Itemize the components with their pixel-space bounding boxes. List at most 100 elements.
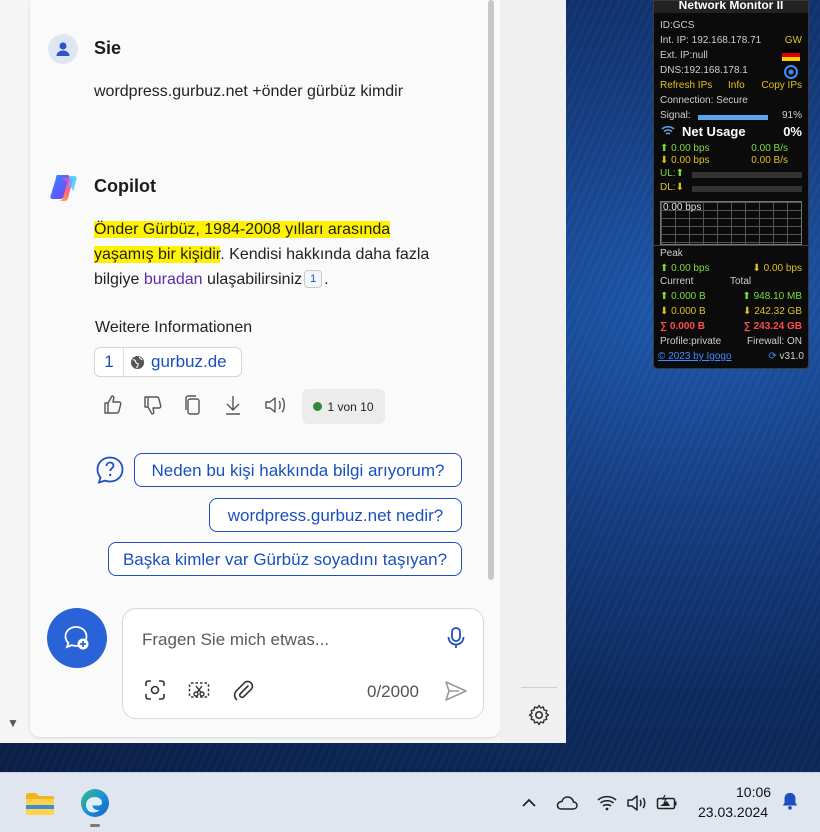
netmon-sum-current: ∑ 0.000 B (660, 321, 705, 332)
chat-input-placeholder[interactable]: Fragen Sie mich etwas... (142, 630, 329, 650)
netmon-connection: Connection: Secure (660, 95, 748, 106)
wifi-icon (661, 126, 675, 135)
netmon-net-usage-label: Net Usage (682, 124, 746, 139)
source-chip[interactable]: 1 gurbuz.de (94, 347, 242, 377)
response-counter: 1 von 10 (302, 389, 385, 424)
netmon-total-down: ⬇ 242.32 GB (743, 306, 802, 317)
source-label: gurbuz.de (151, 352, 227, 371)
chat-input-box[interactable]: Fragen Sie mich etwas... 0/2000 (122, 608, 484, 719)
highlighted-text: Önder Gürbüz, 1984-2008 yılları arasında (94, 221, 391, 238)
netmon-current-label: Current (660, 276, 694, 287)
clock-time[interactable]: 10:06 (736, 784, 771, 800)
settings-gear-icon[interactable] (527, 703, 551, 727)
download-icon[interactable] (221, 393, 245, 417)
network-monitor-widget: Network Monitor II ID:GCS Int. IP: 192.1… (653, 0, 809, 369)
volume-icon[interactable] (626, 793, 648, 813)
chat-scrollbar[interactable] (488, 0, 494, 580)
netmon-current-down-value: 0.000 B (671, 306, 706, 317)
user-avatar (48, 34, 78, 64)
clock-date[interactable]: 23.03.2024 (698, 804, 768, 820)
netmon-ul-label: UL: (660, 168, 676, 179)
netmon-dl-bar (692, 186, 802, 192)
scroll-down-arrow-icon[interactable]: ▼ (7, 716, 21, 730)
character-count: 0/2000 (367, 682, 419, 701)
netmon-sum-total-value: 243.24 GB (753, 321, 802, 332)
user-name: Sie (94, 38, 122, 58)
wifi-network-icon[interactable] (596, 793, 618, 813)
netmon-copyright-link[interactable]: © 2023 by Igogo (658, 351, 732, 362)
copilot-window: ▼ Sie wordpress.gurbuz.net +önder gürbüz… (0, 0, 566, 743)
netmon-net-usage-value: 0% (783, 124, 802, 139)
response-actions (101, 393, 289, 417)
thumbs-down-icon[interactable] (141, 393, 165, 417)
left-edge: ▼ (0, 0, 28, 743)
file-explorer-icon[interactable] (24, 787, 56, 819)
netmon-current-up: ⬆ 0.000 B (660, 291, 706, 302)
answer-text-3: ulaşabilirsiniz (202, 271, 303, 288)
suggestion-button-1[interactable]: Neden bu kişi hakkında bilgi arıyorum? (134, 453, 462, 487)
netmon-up-bs: 0.00 B/s (751, 143, 788, 154)
send-icon[interactable] (444, 680, 468, 702)
highlighted-text-2: yaşamış bir kişidir (94, 246, 221, 263)
netmon-up-bps-value: 0.00 bps (671, 143, 710, 154)
status-dot (313, 402, 323, 411)
netmon-current-up-value: 0.000 B (671, 291, 706, 302)
thumbs-up-icon[interactable] (101, 393, 125, 417)
netmon-up-bps: ⬆ 0.00 bps (660, 143, 710, 154)
copy-icon[interactable] (181, 393, 205, 417)
netmon-copy-ips[interactable]: Copy IPs (761, 80, 802, 91)
netmon-total-down-value: 242.32 GB (754, 306, 802, 317)
screenshot-capture-icon[interactable] (188, 679, 210, 701)
image-upload-icon[interactable] (144, 679, 166, 701)
answer-link[interactable]: buradan (144, 271, 203, 288)
answer-text-2: bilgiye (94, 271, 144, 288)
suggestion-button-2[interactable]: wordpress.gurbuz.net nedir? (209, 498, 462, 532)
netmon-total-up: ⬆ 948.10 MB (742, 291, 802, 302)
netmon-graph: 0.00 bps (660, 201, 802, 245)
onedrive-cloud-icon[interactable] (556, 793, 578, 813)
netmon-down-bps: ⬇ 0.00 bps (660, 155, 710, 166)
netmon-status-icon (784, 65, 798, 79)
netmon-version-text: v31.0 (779, 351, 804, 362)
netmon-sum-total: ∑ 243.24 GB (743, 321, 802, 332)
netmon-info[interactable]: Info (728, 80, 745, 91)
netmon-dl: DL:⬇ (660, 182, 684, 193)
citation-badge[interactable]: 1 (304, 270, 323, 288)
netmon-title: Network Monitor II (654, 1, 808, 13)
netmon-sum-current-value: 0.000 B (669, 321, 705, 332)
user-icon (56, 42, 70, 56)
taskbar: 10:06 23.03.2024 (0, 772, 820, 832)
netmon-refresh-ips[interactable]: Refresh IPs (660, 80, 712, 91)
netmon-dl-label: DL: (660, 182, 676, 193)
new-topic-button[interactable] (47, 608, 107, 668)
edge-browser-icon[interactable] (79, 787, 111, 819)
netmon-dns: DNS:192.168.178.1 (660, 65, 748, 76)
netmon-current-down: ⬇ 0.000 B (660, 306, 706, 317)
question-bubble-icon (96, 456, 124, 484)
refresh-icon[interactable]: ⟳ (768, 351, 776, 362)
notification-bell-icon[interactable] (779, 791, 801, 811)
user-message: wordpress.gurbuz.net +önder gürbüz kimdi… (94, 83, 404, 100)
battery-charging-icon[interactable] (656, 793, 678, 813)
netmon-peak-down-value: 0.00 bps (763, 263, 802, 274)
netmon-divider (654, 245, 808, 246)
attachment-paperclip-icon[interactable] (232, 679, 254, 701)
netmon-peak-up-value: 0.00 bps (671, 263, 710, 274)
netmon-down-bs: 0.00 B/s (751, 155, 788, 166)
answer-text: . Kendisi hakkında daha fazla (220, 246, 430, 263)
suggestion-button-3[interactable]: Başka kimler var Gürbüz soyadını taşıyan… (108, 542, 462, 576)
netmon-total-up-value: 948.10 MB (753, 291, 802, 302)
source-number: 1 (95, 348, 124, 376)
netmon-signal-value: 91% (781, 110, 802, 121)
microphone-icon[interactable] (445, 626, 467, 650)
chevron-up-icon[interactable] (518, 793, 540, 813)
new-chat-icon (64, 626, 89, 650)
netmon-total-label: Total (730, 276, 752, 287)
netmon-gw: GW (784, 35, 802, 46)
speaker-read-aloud-icon[interactable] (261, 393, 289, 417)
netmon-signal-bar (698, 115, 768, 120)
netmon-profile: Profile:private (660, 336, 722, 347)
netmon-id: ID:GCS (660, 20, 695, 31)
netmon-firewall: Firewall: ON (746, 336, 802, 347)
netmon-graph-label: 0.00 bps (663, 202, 702, 213)
